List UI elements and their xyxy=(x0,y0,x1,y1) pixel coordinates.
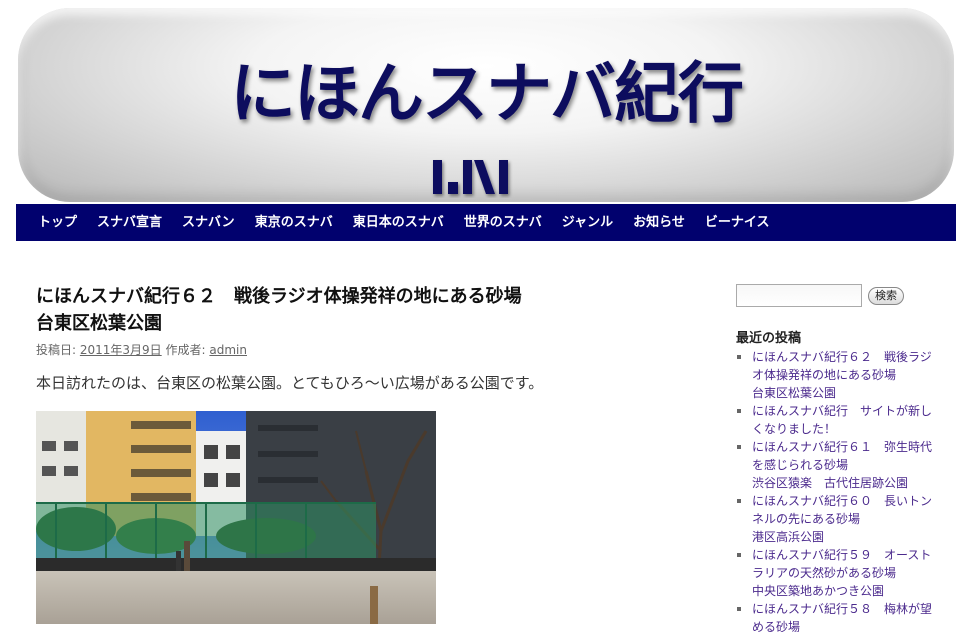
author-link[interactable]: admin xyxy=(209,343,247,357)
recent-posts-title: 最近の投稿 xyxy=(736,331,802,346)
nav-item-world[interactable]: 世界のスナバ xyxy=(454,204,552,241)
recent-post-link[interactable]: にほんスナバ紀行５９ オースト ラリアの天然砂がある砂場 中央区築地あかつき公園 xyxy=(752,546,941,600)
post-body-text: 本日訪れたのは、台東区の松葉公園。とてもひろ〜い広場がある公園です。 xyxy=(36,374,544,392)
list-item: にほんスナバ紀行５８ 梅林が望 める砂場 xyxy=(736,600,941,632)
posted-label: 投稿日: xyxy=(36,343,77,357)
post-date-link[interactable]: 2011年3月9日 xyxy=(80,343,162,357)
post-title[interactable]: にほんスナバ紀行６２ 戦後ラジオ体操発祥の地にある砂場 台東区松葉公園 xyxy=(36,283,676,337)
list-item: にほんスナバ紀行 サイトが新し くなりました！ xyxy=(736,402,941,438)
search-button[interactable]: 検索 xyxy=(868,286,904,305)
nav-item-east-japan[interactable]: 東日本のスナバ xyxy=(343,204,454,241)
park-photo[interactable] xyxy=(36,411,436,624)
site-title[interactable]: にほんスナバ紀行 xyxy=(18,40,954,136)
nav-item-genre[interactable]: ジャンル xyxy=(552,204,623,241)
author-label: 作成者: xyxy=(165,343,206,357)
list-item: にほんスナバ紀行６１ 弥生時代 を感じられる砂場 渋谷区猿楽 古代住居跡公園 xyxy=(736,438,941,492)
nav-item-sunaban[interactable]: スナバン xyxy=(172,204,245,241)
list-item: にほんスナバ紀行５９ オースト ラリアの天然砂がある砂場 中央区築地あかつき公園 xyxy=(736,546,941,600)
nav-item-tokyo[interactable]: 東京のスナバ xyxy=(245,204,343,241)
nav-item-benice[interactable]: ビーナイス xyxy=(695,204,780,241)
recent-post-link[interactable]: にほんスナバ紀行 サイトが新し くなりました！ xyxy=(752,402,941,438)
recent-posts-list: にほんスナバ紀行６２ 戦後ラジ オ体操発祥の地にある砂場 台東区松葉公園 にほん… xyxy=(736,348,941,632)
list-item: にほんスナバ紀行６０ 長いトン ネルの先にある砂場 港区高浜公園 xyxy=(736,492,941,546)
nav-item-news[interactable]: お知らせ xyxy=(623,204,695,241)
site-header: にほんスナバ紀行 xyxy=(18,8,954,202)
search-input[interactable] xyxy=(736,284,862,307)
post-title-line2[interactable]: 台東区松葉公園 xyxy=(36,313,162,334)
post-title-line1[interactable]: にほんスナバ紀行６２ 戦後ラジオ体操発祥の地にある砂場 xyxy=(36,286,522,307)
post-article: にほんスナバ紀行６２ 戦後ラジオ体操発祥の地にある砂場 台東区松葉公園 投稿日:… xyxy=(36,283,676,624)
recent-post-link[interactable]: にほんスナバ紀行６０ 長いトン ネルの先にある砂場 港区高浜公園 xyxy=(752,492,941,546)
post-meta: 投稿日: 2011年3月9日 作成者: admin xyxy=(36,341,676,358)
recent-post-link[interactable]: にほんスナバ紀行６２ 戦後ラジ オ体操発祥の地にある砂場 台東区松葉公園 xyxy=(752,348,941,402)
nav-item-top[interactable]: トップ xyxy=(28,204,87,241)
nav-item-sunaba-sengen[interactable]: スナバ宣言 xyxy=(87,204,172,241)
list-item: にほんスナバ紀行６２ 戦後ラジ オ体操発祥の地にある砂場 台東区松葉公園 xyxy=(736,348,941,402)
main-nav: トップ スナバ宣言 スナバン 東京のスナバ 東日本のスナバ 世界のスナバ ジャン… xyxy=(16,204,956,241)
recent-post-link[interactable]: にほんスナバ紀行６１ 弥生時代 を感じられる砂場 渋谷区猿楽 古代住居跡公園 xyxy=(752,438,941,492)
recent-post-link[interactable]: にほんスナバ紀行５８ 梅林が望 める砂場 xyxy=(752,600,941,632)
site-logo-icon xyxy=(433,160,508,194)
search-form: 検索 xyxy=(736,284,941,307)
sidebar: 検索 最近の投稿 にほんスナバ紀行６２ 戦後ラジ オ体操発祥の地にある砂場 台東… xyxy=(736,284,941,632)
